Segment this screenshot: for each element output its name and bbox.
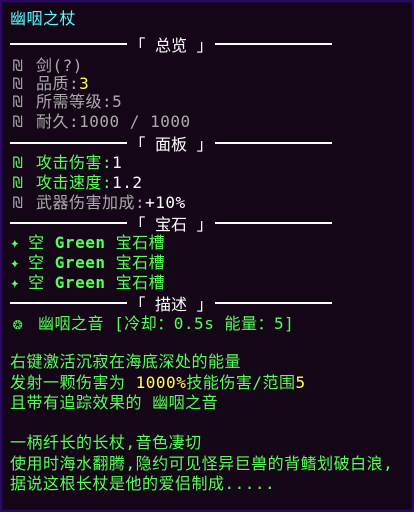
durability-value: 1000 / 1000: [79, 112, 191, 131]
attack-damage-label: 攻击伤害:: [36, 153, 113, 172]
stat-durability: ₪ 耐久:1000 / 1000: [10, 111, 191, 133]
stat-level: ₪ 所需等级:5: [10, 91, 122, 113]
attack-speed-label: 攻击速度:: [36, 173, 113, 192]
section-header-overview: 「 总览 」: [10, 33, 332, 55]
stat-attack-speed: ₪ 攻击速度:1.2: [10, 172, 143, 194]
durability-label: 耐久:: [36, 112, 80, 131]
divider: [10, 302, 128, 304]
gem-slot: ✦ 空 Green 宝石槽: [10, 252, 165, 274]
lore-text: 一柄纤长的长杖,音色凄切: [10, 433, 202, 452]
gem-color: Green: [54, 273, 106, 292]
divider: [10, 43, 128, 45]
gem-color: Green: [54, 233, 106, 252]
gem-prefix: 空: [28, 233, 45, 252]
item-tooltip: 幽咽之杖 「 总览 」 ₪ 剑(?) ₪ 品质:3 ₪ 所需等级:5 ₪ 耐久:1000…: [0, 0, 414, 512]
gem-slot: ✦ 空 Green 宝石槽: [10, 232, 165, 254]
attack-speed-value: 1.2: [112, 173, 143, 192]
bullet-icon: ₪: [12, 193, 24, 212]
divider: [214, 302, 332, 304]
gem-prefix: 空: [28, 253, 45, 272]
divider: [214, 43, 332, 45]
divider: [10, 142, 128, 144]
desc-line: 且带有追踪效果的 幽咽之音: [10, 392, 218, 414]
ability-line: ❂ 幽咽之音 [冷却：0.5s 能量：5]: [10, 313, 294, 335]
divider: [214, 142, 332, 144]
section-header-panel: 「 面板 」: [10, 132, 332, 154]
gem-suffix: 宝石槽: [115, 273, 166, 292]
item-title: 幽咽之杖: [10, 9, 77, 28]
gem-prefix: 空: [28, 273, 45, 292]
lore-text: 使用时海水翻腾,隐约可见怪异巨兽的背鳍划破白浪,: [10, 454, 394, 473]
section-header-desc: 「 描述 」: [10, 292, 332, 314]
gem-color: Green: [54, 253, 106, 272]
desc-text: 幽咽之音: [152, 393, 219, 412]
weapon-bonus-label: 武器伤害加成:: [36, 193, 146, 212]
desc-highlight: 1000%: [135, 373, 187, 392]
desc-highlight: 5: [295, 373, 306, 392]
bullet-icon: ₪: [12, 112, 24, 131]
lore-line: 使用时海水翻腾,隐约可见怪异巨兽的背鳍划破白浪,: [10, 453, 393, 475]
ability-meta: [冷却：0.5s 能量：5]: [114, 314, 295, 333]
section-title: 「 总览 」: [129, 36, 213, 55]
bullet-icon: ₪: [12, 173, 24, 192]
bullet-icon: ₪: [12, 92, 24, 111]
weapon-bonus-value: +10%: [145, 193, 186, 212]
diamond-icon: ✦: [10, 253, 21, 272]
desc-line: 发射一颗伤害为 1000%技能伤害/范围5: [10, 372, 306, 394]
lore-text: 据说这根长杖是他的爱侣制成.....: [10, 474, 276, 493]
desc-text: 发射一颗伤害为: [10, 373, 126, 392]
stat-attack-damage: ₪ 攻击伤害:1: [10, 152, 122, 174]
desc-line: 右键激活沉寂在海底深处的能量: [10, 351, 241, 373]
divider: [10, 222, 128, 224]
divider: [214, 222, 332, 224]
diamond-icon: ✦: [10, 233, 21, 252]
bullet-icon: ₪: [12, 153, 24, 172]
section-header-gems: 「 宝石 」: [10, 212, 332, 234]
gem-suffix: 宝石槽: [115, 233, 166, 252]
ability-name: 幽咽之音: [38, 314, 105, 333]
diamond-icon: ✦: [10, 273, 21, 292]
attack-damage-value: 1: [112, 153, 123, 172]
sparkle-icon: ❂: [12, 314, 24, 333]
desc-text: 右键激活沉寂在海底深处的能量: [10, 352, 242, 371]
level-label: 所需等级:: [36, 92, 113, 111]
lore-line: 一柄纤长的长杖,音色凄切: [10, 432, 202, 454]
desc-text: 技能伤害/范围: [186, 373, 296, 392]
section-title: 「 面板 」: [129, 135, 213, 154]
section-title: 「 描述 」: [129, 295, 213, 314]
desc-text: 且带有追踪效果的: [10, 393, 143, 412]
gem-suffix: 宝石槽: [115, 253, 166, 272]
level-value: 5: [112, 92, 123, 111]
lore-line: 据说这根长杖是他的爱侣制成.....: [10, 473, 275, 495]
